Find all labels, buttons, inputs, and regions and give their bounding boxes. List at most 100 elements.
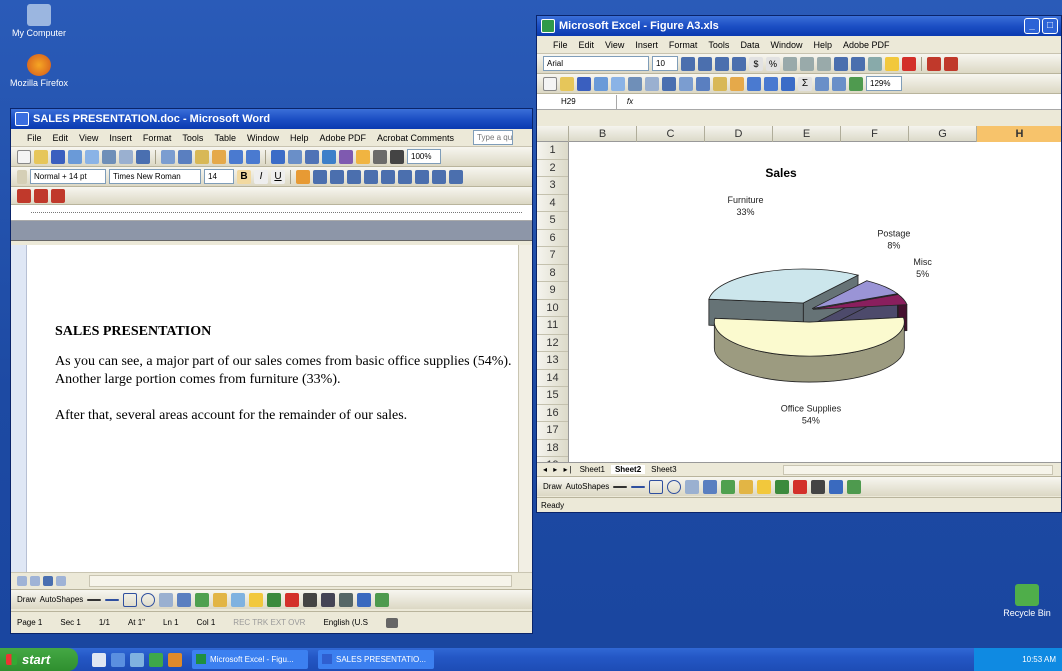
fx-icon[interactable]: fx	[617, 97, 643, 106]
media-icon[interactable]	[130, 652, 144, 667]
row-header-11[interactable]: 11	[537, 317, 568, 335]
line-style-icon[interactable]	[811, 479, 826, 494]
permission-icon[interactable]	[68, 149, 82, 164]
minimize-icon[interactable]: _	[1024, 18, 1040, 34]
rectangle-icon[interactable]	[123, 592, 138, 607]
justify-icon[interactable]	[347, 169, 361, 184]
shadow-icon[interactable]	[829, 479, 844, 494]
font-box[interactable]: Times New Roman	[109, 169, 201, 184]
row-header-16[interactable]: 16	[537, 405, 568, 422]
menu-window[interactable]: Window	[770, 40, 802, 50]
percent-icon[interactable]: %	[766, 56, 780, 71]
sales-pie-chart[interactable]: Sales Office Supplies 54% Furniture 33% Post…	[569, 142, 1062, 462]
tab-scroll-arrows[interactable]: ◂ ▸ ▸|	[543, 465, 574, 474]
font-color-icon[interactable]	[285, 592, 300, 607]
cut-icon[interactable]	[679, 76, 693, 91]
row-header-9[interactable]: 9	[537, 282, 568, 300]
word-horizontal-scrollbar[interactable]	[11, 572, 532, 588]
center-icon[interactable]	[313, 169, 327, 184]
save-icon[interactable]	[51, 149, 65, 164]
print-preview-icon[interactable]	[645, 76, 659, 91]
redo-icon[interactable]	[246, 149, 260, 164]
paste-icon[interactable]	[713, 76, 727, 91]
picture-icon[interactable]	[231, 592, 246, 607]
row-header-17[interactable]: 17	[537, 422, 568, 440]
numbering-icon[interactable]	[381, 169, 395, 184]
font-color-icon[interactable]	[902, 56, 916, 71]
format-painter-icon[interactable]	[730, 76, 744, 91]
show-hide-icon[interactable]	[390, 149, 404, 164]
document-body[interactable]: SALES PRESENTATION As you can see, a maj…	[55, 323, 525, 443]
email-icon[interactable]	[611, 76, 625, 91]
save-icon[interactable]	[577, 76, 591, 91]
line-icon[interactable]	[613, 485, 628, 488]
row-header-6[interactable]: 6	[537, 230, 568, 247]
sort-descending-icon[interactable]	[832, 76, 846, 91]
arrow-icon[interactable]	[105, 598, 120, 601]
hyperlink-icon[interactable]	[781, 76, 795, 91]
undo-icon[interactable]	[229, 149, 243, 164]
clipart-icon[interactable]	[739, 479, 754, 494]
align-right-icon[interactable]	[715, 56, 729, 71]
column-header-c[interactable]: C	[637, 126, 705, 142]
3d-icon[interactable]	[847, 479, 862, 494]
style-box[interactable]: Normal + 14 pt	[30, 169, 106, 184]
autoshapes-menu[interactable]: AutoShapes	[40, 595, 84, 604]
spelling-icon[interactable]	[662, 76, 676, 91]
tables-borders-icon[interactable]	[288, 149, 302, 164]
center-icon[interactable]	[698, 56, 712, 71]
tab-sheet2[interactable]: Sheet2	[610, 465, 646, 474]
line-spacing-icon[interactable]	[364, 169, 378, 184]
shadow-icon[interactable]	[357, 592, 372, 607]
word-title-bar[interactable]: SALES PRESENTATION.doc - Microsoft Word	[11, 109, 532, 129]
decrease-indent-icon[interactable]	[415, 169, 429, 184]
draw-menu[interactable]: Draw	[543, 482, 562, 491]
row-header-3[interactable]: 3	[537, 177, 568, 195]
menu-insert[interactable]: Insert	[109, 133, 132, 143]
menu-help[interactable]: Help	[290, 133, 309, 143]
font-size-box[interactable]: 14	[204, 169, 234, 184]
menu-adobe-pdf[interactable]: Adobe PDF	[843, 40, 890, 50]
draw-menu[interactable]: Draw	[17, 595, 36, 604]
pdf-email-icon[interactable]	[34, 188, 48, 203]
new-doc-icon[interactable]	[17, 149, 31, 164]
menu-adobe-pdf[interactable]: Adobe PDF	[319, 133, 366, 143]
menu-edit[interactable]: Edit	[53, 133, 69, 143]
tab-sheet3[interactable]: Sheet3	[651, 465, 676, 474]
sort-ascending-icon[interactable]	[815, 76, 829, 91]
row-header-15[interactable]: 15	[537, 387, 568, 405]
arrow-icon[interactable]	[631, 485, 646, 488]
document-map-icon[interactable]	[373, 149, 387, 164]
permission-icon[interactable]	[594, 76, 608, 91]
textbox-icon[interactable]	[159, 592, 174, 607]
row-header-1[interactable]: 1	[537, 142, 568, 160]
excel-title-bar[interactable]: Microsoft Excel - Figure A3.xls _ □	[537, 16, 1061, 36]
styles-icon[interactable]	[17, 169, 27, 184]
row-header-12[interactable]: 12	[537, 335, 568, 352]
format-painter-icon[interactable]	[212, 149, 226, 164]
my-computer-icon[interactable]: My Computer	[4, 4, 74, 38]
wordart-icon[interactable]	[177, 592, 192, 607]
italic-icon[interactable]: I	[254, 169, 268, 184]
spelling-status-icon[interactable]	[385, 617, 398, 628]
row-header-18[interactable]: 18	[537, 440, 568, 457]
print-preview-icon[interactable]	[119, 149, 133, 164]
oval-icon[interactable]	[667, 479, 682, 494]
autosum-icon[interactable]: Σ	[798, 76, 812, 91]
fill-color-icon[interactable]	[885, 56, 899, 71]
normal-view-icon[interactable]	[17, 575, 27, 586]
paste-icon[interactable]	[195, 149, 209, 164]
formula-input[interactable]	[643, 95, 1061, 109]
font-size-box[interactable]: 10	[652, 56, 678, 71]
decrease-decimal-icon[interactable]	[817, 56, 831, 71]
bold-icon[interactable]: B	[237, 169, 251, 184]
currency-icon[interactable]: $	[749, 56, 763, 71]
line-icon[interactable]	[87, 598, 102, 601]
h-scroll-track[interactable]	[89, 574, 512, 587]
font-color-icon[interactable]	[793, 479, 808, 494]
menu-insert[interactable]: Insert	[635, 40, 658, 50]
menu-file[interactable]: File	[27, 133, 42, 143]
line-style-icon[interactable]	[303, 592, 318, 607]
column-header-h[interactable]: H	[977, 126, 1061, 142]
explorer-icon[interactable]	[149, 652, 163, 667]
